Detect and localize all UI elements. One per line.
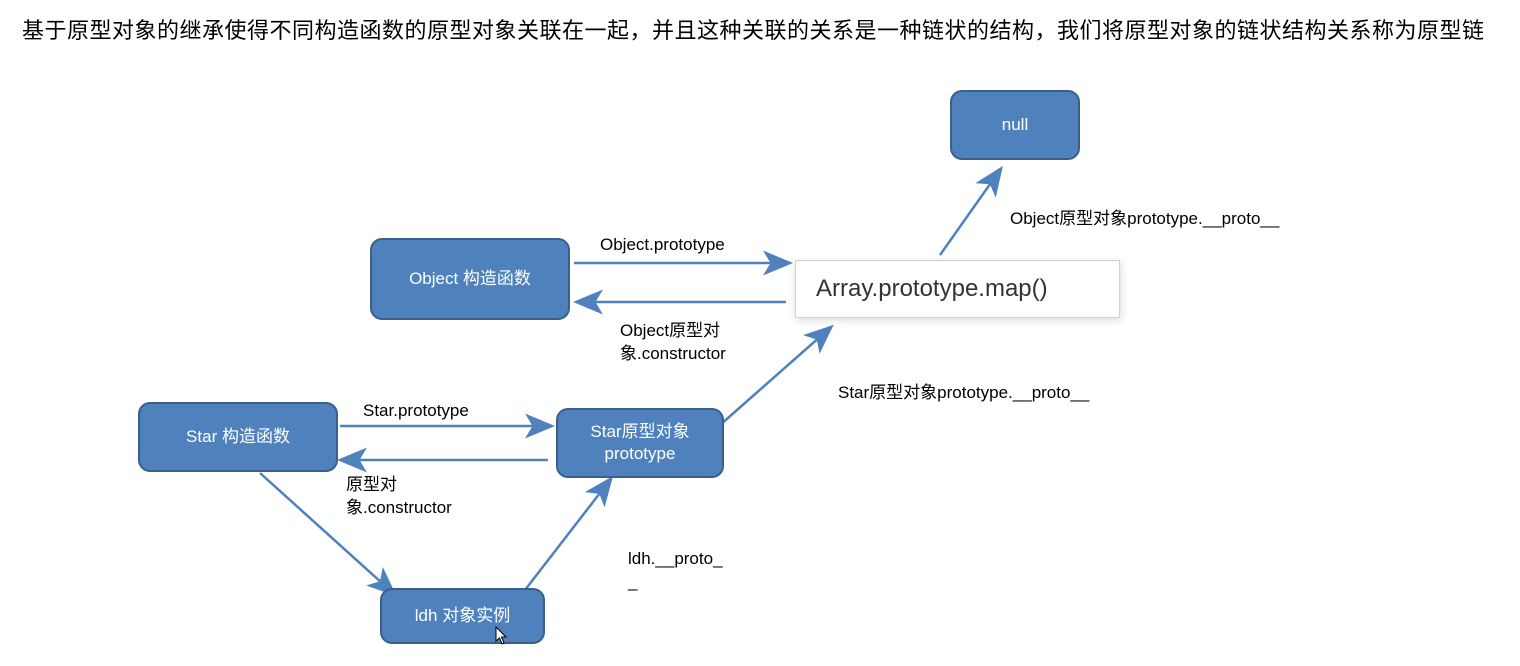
label-object-proto-proto: Object原型对象prototype.__proto__ xyxy=(1010,208,1279,231)
node-null-label: null xyxy=(1002,114,1028,136)
label-object-prototype: Object.prototype xyxy=(600,234,725,257)
label-star-proto-proto: Star原型对象prototype.__proto__ xyxy=(838,382,1089,405)
node-object-constructor: Object 构造函数 xyxy=(370,238,570,320)
node-star-constructor: Star 构造函数 xyxy=(138,402,338,472)
label-ldh-proto: ldh.__proto_ _ xyxy=(628,548,723,594)
node-star-prototype-label: Star原型对象 prototype xyxy=(590,421,689,465)
arrows-layer xyxy=(0,0,1520,666)
label-star-prototype: Star.prototype xyxy=(363,400,469,423)
node-ldh-instance-label: ldh 对象实例 xyxy=(415,605,510,627)
node-ldh-instance: ldh 对象实例 xyxy=(380,588,545,644)
prototype-chain-diagram: null Object 构造函数 Star 构造函数 Star原型对象 prot… xyxy=(0,0,1520,666)
tooltip-array-map: Array.prototype.map() xyxy=(795,260,1120,318)
node-null: null xyxy=(950,90,1080,160)
label-object-constructor-back: Object原型对 象.constructor xyxy=(620,320,726,366)
node-object-constructor-label: Object 构造函数 xyxy=(409,268,531,290)
node-star-constructor-label: Star 构造函数 xyxy=(186,426,290,448)
tooltip-text: Array.prototype.map() xyxy=(816,275,1048,302)
label-star-constructor-back: 原型对 象.constructor xyxy=(346,474,452,520)
cursor-icon xyxy=(495,626,509,646)
node-star-prototype: Star原型对象 prototype xyxy=(556,408,724,478)
